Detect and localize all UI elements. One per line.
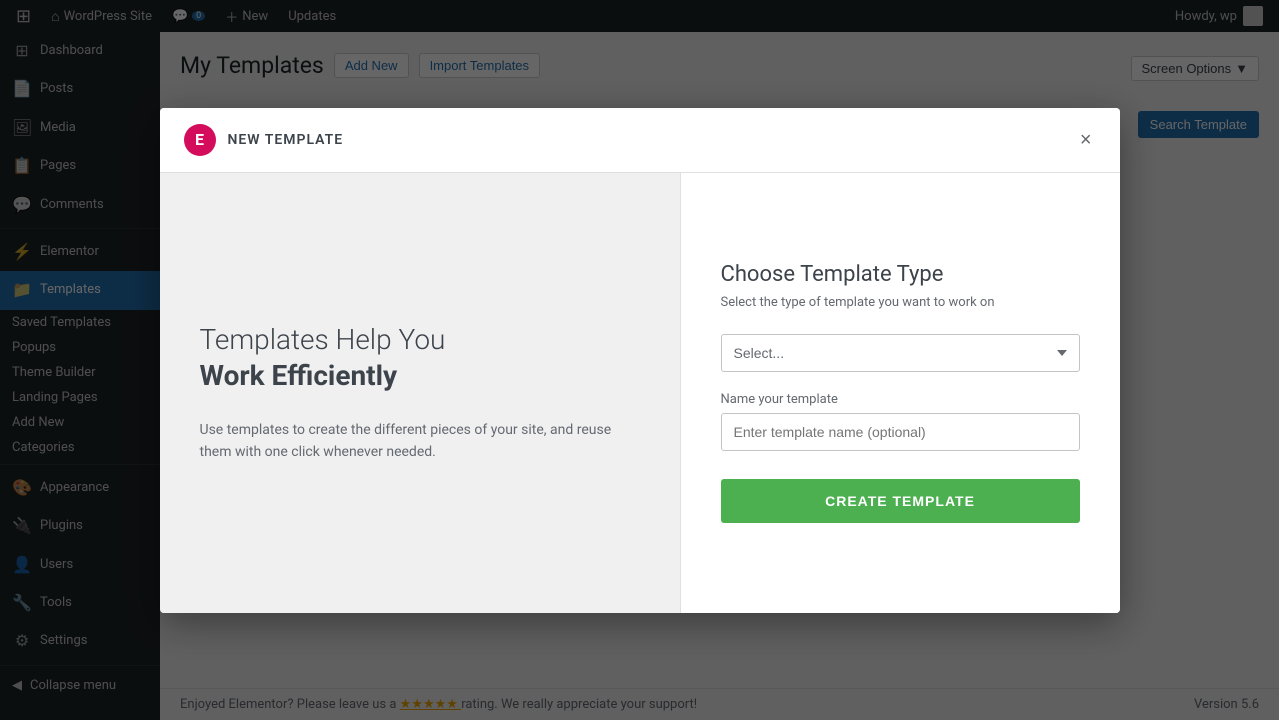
modal-right-title: Choose Template Type <box>721 262 1080 287</box>
modal-body: Templates Help You Work Efficiently Use … <box>160 173 1120 613</box>
create-template-button[interactable]: CREATE TEMPLATE <box>721 479 1080 523</box>
new-template-modal: E NEW TEMPLATE × Templates Help You Work… <box>160 108 1120 613</box>
template-type-select[interactable]: Select... Page Section Header Footer Sin… <box>721 334 1080 372</box>
template-name-label: Name your template <box>721 392 1080 407</box>
modal-right-panel: Choose Template Type Select the type of … <box>680 173 1120 613</box>
modal-logo-text: E <box>195 130 204 149</box>
modal-left-panel: Templates Help You Work Efficiently Use … <box>160 173 680 613</box>
modal-title: NEW TEMPLATE <box>228 132 344 148</box>
modal-left-heading: Templates Help You Work Efficiently <box>200 322 640 395</box>
modal-heading-text: Templates Help You <box>200 323 446 356</box>
modal-header: E NEW TEMPLATE × <box>160 108 1120 173</box>
modal-overlay: E NEW TEMPLATE × Templates Help You Work… <box>0 0 1279 720</box>
modal-right-subtitle: Select the type of template you want to … <box>721 295 1080 310</box>
template-name-group: Name your template <box>721 392 1080 451</box>
modal-heading-bold: Work Efficiently <box>200 358 640 394</box>
modal-left-description: Use templates to create the different pi… <box>200 419 640 464</box>
template-type-group: Select... Page Section Header Footer Sin… <box>721 334 1080 372</box>
modal-close-button[interactable]: × <box>1076 126 1096 154</box>
template-name-input[interactable] <box>721 413 1080 451</box>
elementor-modal-logo: E <box>184 124 216 156</box>
